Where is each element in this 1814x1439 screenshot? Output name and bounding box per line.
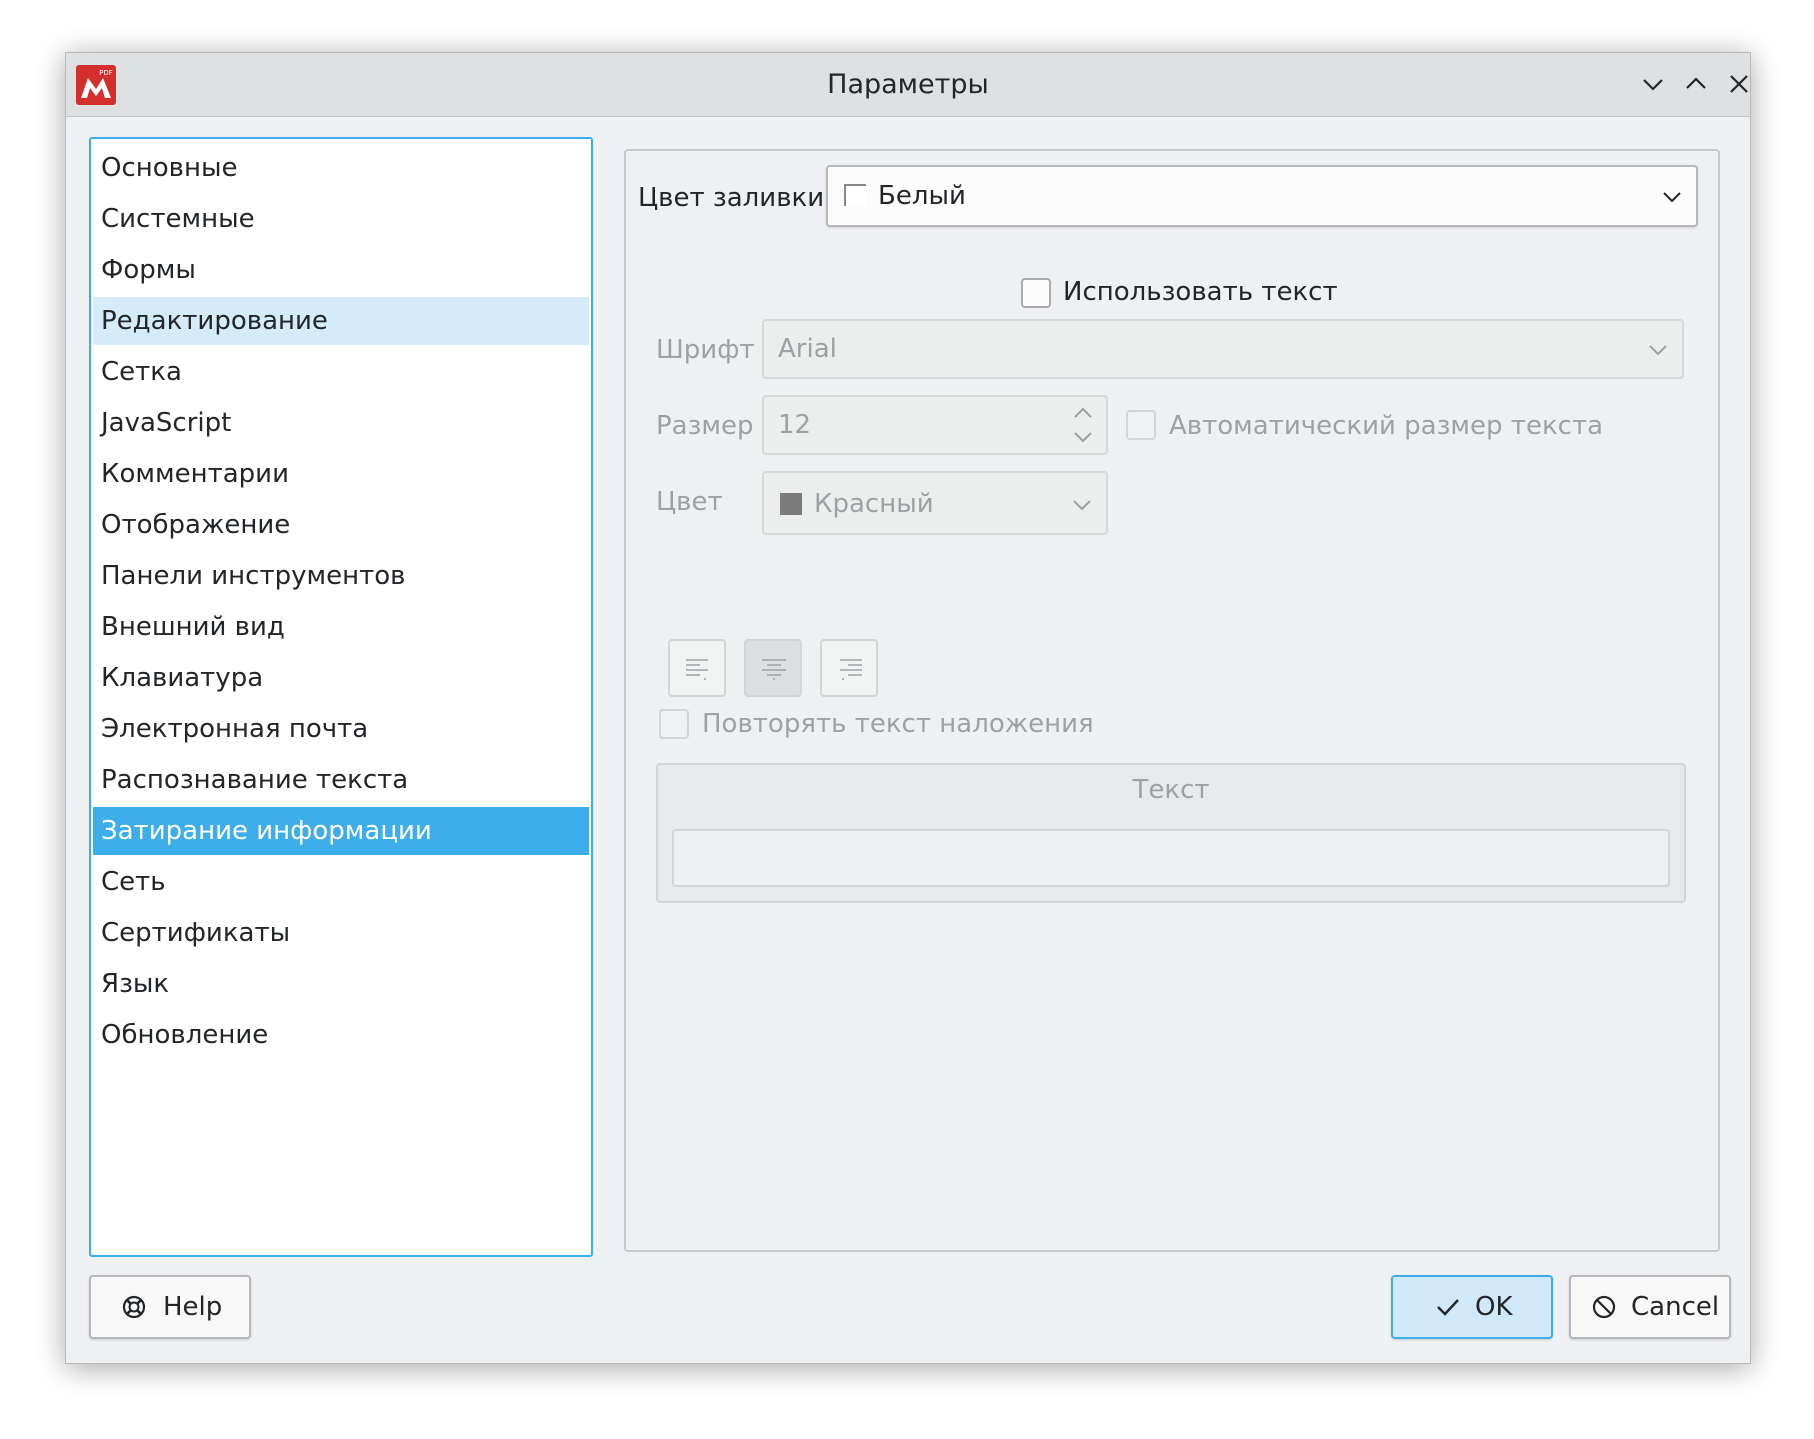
font-combo[interactable]: Arial: [762, 319, 1684, 379]
category-item[interactable]: Панели инструментов: [93, 552, 589, 600]
category-item[interactable]: JavaScript: [93, 399, 589, 447]
redaction-settings-panel: Цвет заливки Белый Использовать текст Шр…: [624, 149, 1720, 1252]
chevron-down-icon: [1073, 500, 1091, 511]
color-swatch-icon: [780, 493, 802, 515]
text-group-title: Текст: [1132, 775, 1210, 805]
category-item-selected[interactable]: Затирание информации: [93, 807, 589, 855]
color-label: Цвет: [656, 487, 723, 517]
chevron-down-icon: [1649, 345, 1667, 356]
minimize-button[interactable]: [1636, 67, 1670, 101]
maximize-button[interactable]: [1679, 67, 1713, 101]
align-center-button[interactable]: [744, 639, 802, 697]
checkmark-icon: [1437, 1299, 1459, 1316]
category-item[interactable]: Отображение: [93, 501, 589, 549]
close-icon: [1730, 75, 1748, 93]
chevron-down-icon: [1663, 192, 1681, 203]
category-item[interactable]: Клавиатура: [93, 654, 589, 702]
align-right-icon: [840, 659, 862, 680]
cancel-icon: [1592, 1295, 1616, 1319]
category-item[interactable]: Сертификаты: [93, 909, 589, 957]
align-center-icon: [762, 659, 786, 680]
overlay-text-field[interactable]: [672, 829, 1670, 887]
align-left-button[interactable]: [668, 639, 726, 697]
category-item[interactable]: Распознавание текста: [93, 756, 589, 804]
color-combo[interactable]: Красный: [762, 471, 1108, 535]
repeat-text-label: Повторять текст наложения: [702, 709, 1094, 739]
ok-label: OK: [1475, 1292, 1513, 1322]
ok-button[interactable]: OK: [1391, 1275, 1553, 1339]
preferences-dialog: PDF Параметры Основные Системные Формы Р…: [65, 52, 1751, 1364]
spin-up-icon[interactable]: [1072, 403, 1094, 423]
fill-color-value: Белый: [878, 181, 966, 211]
color-value: Красный: [814, 489, 934, 519]
spin-down-icon[interactable]: [1072, 427, 1094, 447]
chevron-up-icon: [1686, 77, 1706, 89]
auto-size-checkbox[interactable]: [1126, 410, 1156, 440]
auto-size-label: Автоматический размер текста: [1169, 411, 1604, 441]
help-label: Help: [163, 1292, 223, 1322]
cancel-button[interactable]: Cancel: [1569, 1275, 1731, 1339]
chevron-down-icon: [1643, 79, 1663, 91]
size-label: Размер: [656, 411, 754, 441]
fill-color-combo[interactable]: Белый: [826, 165, 1698, 227]
text-group-box: Текст: [656, 763, 1686, 903]
category-item[interactable]: Обновление: [93, 1011, 589, 1059]
align-right-button[interactable]: [820, 639, 878, 697]
title-bar[interactable]: PDF Параметры: [66, 53, 1750, 117]
category-item[interactable]: Комментарии: [93, 450, 589, 498]
align-left-icon: [686, 659, 708, 680]
repeat-text-checkbox[interactable]: [659, 709, 689, 739]
category-item[interactable]: Внешний вид: [93, 603, 589, 651]
category-item[interactable]: Основные: [93, 144, 589, 192]
category-item[interactable]: Системные: [93, 195, 589, 243]
size-value: 12: [778, 410, 812, 440]
category-item[interactable]: Язык: [93, 960, 589, 1008]
category-list[interactable]: Основные Системные Формы Редактирование …: [89, 137, 593, 1257]
lifebuoy-icon: [122, 1295, 146, 1319]
use-text-label: Использовать текст: [1063, 277, 1338, 307]
close-button[interactable]: [1722, 67, 1756, 101]
category-item[interactable]: Формы: [93, 246, 589, 294]
size-spinbox[interactable]: 12: [762, 395, 1108, 455]
fill-color-label: Цвет заливки: [638, 183, 825, 213]
category-item[interactable]: Сеть: [93, 858, 589, 906]
cancel-label: Cancel: [1631, 1292, 1720, 1322]
use-text-checkbox[interactable]: [1021, 278, 1051, 308]
help-button[interactable]: Help: [89, 1275, 251, 1339]
category-item[interactable]: Электронная почта: [93, 705, 589, 753]
font-value: Arial: [778, 334, 837, 364]
window-title: Параметры: [827, 69, 989, 100]
font-label: Шрифт: [656, 335, 755, 365]
category-item-hovered[interactable]: Редактирование: [93, 297, 589, 345]
category-item[interactable]: Сетка: [93, 348, 589, 396]
color-swatch-icon: [844, 184, 866, 206]
